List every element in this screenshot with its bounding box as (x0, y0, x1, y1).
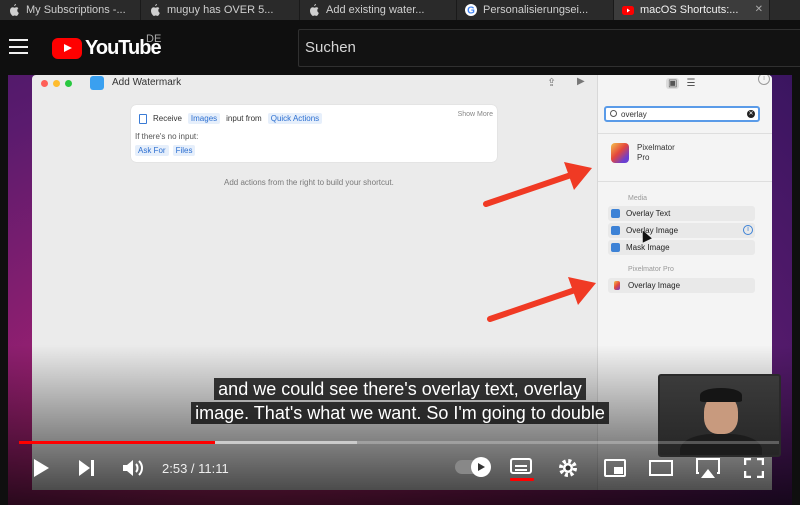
receive-label: Receive (153, 114, 182, 123)
minimize-window-icon[interactable] (53, 80, 60, 87)
apple-icon (308, 4, 320, 16)
media-action-icon (611, 226, 620, 235)
google-icon: G (465, 4, 477, 16)
youtube-icon (622, 4, 634, 16)
theater-mode-button[interactable] (648, 455, 674, 481)
divider (598, 181, 772, 182)
youtube-play-icon (52, 38, 82, 59)
empty-editor-hint: Add actions from the right to build your… (224, 178, 394, 187)
media-action-icon (611, 243, 620, 252)
red-arrow-icon (487, 277, 596, 322)
red-arrow-icon (483, 162, 592, 207)
shortcut-app-icon (90, 76, 104, 90)
quick-actions-token[interactable]: Quick Actions (267, 113, 323, 124)
tab-title: My Subscriptions -... (26, 4, 126, 16)
action-label: Overlay Text (626, 209, 671, 218)
progress-bar[interactable] (19, 441, 779, 444)
search-box[interactable] (298, 29, 800, 67)
webcam-overlay (658, 374, 781, 457)
browser-tab[interactable]: My Subscriptions -... (0, 0, 141, 20)
actions-search-value[interactable]: overlay (621, 110, 647, 119)
no-input-label: If there's no input: (135, 132, 199, 141)
subtitles-active-indicator (510, 478, 534, 481)
svg-text:G: G (467, 6, 475, 17)
subtitle-text: image. That's what we want. So I'm going… (191, 402, 609, 424)
action-label: Mask Image (626, 243, 670, 252)
window-titlebar: Add Watermark ⇪ ▶ (32, 75, 597, 93)
window-title: Add Watermark (112, 77, 182, 88)
actions-search-field[interactable]: overlay ✕ (604, 106, 760, 122)
tab-title: macOS Shortcuts:... (640, 4, 739, 16)
play-button[interactable] (30, 455, 52, 481)
divider (598, 133, 772, 134)
current-time: 2:53 (162, 461, 188, 476)
close-tab-icon[interactable]: ✕ (755, 4, 763, 15)
subtitle-text: and we could see there's overlay text, o… (214, 378, 586, 400)
video-player[interactable]: Add Watermark ⇪ ▶ Receive Images input f… (8, 75, 792, 505)
menu-icon[interactable] (9, 39, 28, 54)
action-label: Overlay Image (628, 281, 681, 290)
played-bar (19, 441, 216, 444)
input-from-label: input from (226, 114, 262, 123)
pixelmator-app-icon (611, 143, 629, 163)
action-overlay-image[interactable]: Overlay Image i (608, 223, 755, 238)
zoom-window-icon[interactable] (65, 80, 72, 87)
app-result-name: Pixelmator Pro (637, 143, 675, 162)
volume-button[interactable] (120, 455, 146, 481)
action-info-icon[interactable]: i (743, 225, 753, 235)
next-button[interactable] (76, 455, 98, 481)
browser-tab-bar: My Subscriptions -... muguy has OVER 5..… (0, 0, 800, 20)
ask-for-token[interactable]: Ask For (135, 145, 169, 156)
action-overlay-text[interactable]: Overlay Text (608, 206, 755, 221)
apple-icon (149, 4, 161, 16)
browser-tab-active[interactable]: macOS Shortcuts:... ✕ (614, 0, 770, 20)
settings-gear-icon[interactable] (556, 455, 580, 481)
browser-tab[interactable]: muguy has OVER 5... (141, 0, 300, 20)
youtube-header: YouTube DE (0, 20, 800, 75)
section-header-pixelmator: Pixelmator Pro (628, 266, 674, 273)
browser-tab[interactable]: Add existing water... (300, 0, 457, 20)
clear-search-icon[interactable]: ✕ (747, 110, 755, 118)
action-library-icon[interactable]: ▣ (666, 78, 680, 89)
section-header-media: Media (628, 195, 648, 202)
tab-title: muguy has OVER 5... (167, 4, 274, 16)
autoplay-toggle[interactable] (455, 457, 491, 477)
time-separator: / (187, 461, 199, 476)
search-icon (610, 110, 617, 117)
app-result-pixelmator[interactable]: Pixelmator Pro (611, 143, 675, 163)
subtitles-button[interactable] (510, 458, 532, 474)
tab-title: Add existing water... (326, 4, 425, 16)
action-mask-image[interactable]: Mask Image (608, 240, 755, 255)
duration: 11:11 (198, 461, 229, 476)
media-action-icon (611, 209, 620, 218)
miniplayer-button[interactable] (602, 455, 628, 481)
country-code: DE (146, 33, 162, 45)
close-window-icon[interactable] (41, 80, 48, 87)
pixelmator-action-icon (614, 281, 620, 290)
settings-sliders-icon[interactable]: ☰ (686, 78, 695, 89)
action-pixelmator-overlay-image[interactable]: Overlay Image (608, 278, 755, 293)
files-token[interactable]: Files (172, 145, 196, 156)
share-icon[interactable]: ⇪ (547, 76, 556, 89)
info-icon[interactable]: i (758, 75, 770, 85)
images-token[interactable]: Images (187, 113, 221, 124)
browser-tab[interactable]: G Personalisierungsei... (457, 0, 614, 20)
action-label: Overlay Image (626, 226, 679, 235)
airplay-button[interactable] (694, 455, 722, 481)
document-icon (139, 113, 147, 124)
time-display: 2:53 / 11:11 (162, 461, 229, 476)
apple-icon (8, 4, 20, 16)
search-input[interactable] (299, 30, 800, 65)
tab-title: Personalisierungsei... (483, 4, 589, 16)
run-icon[interactable]: ▶ (577, 76, 585, 87)
receive-action-card[interactable]: Receive Images input from Quick Actions … (131, 105, 497, 162)
fullscreen-button[interactable] (742, 455, 766, 481)
youtube-logo[interactable]: YouTube DE (52, 33, 162, 60)
show-more-button[interactable]: Show More (458, 111, 493, 118)
